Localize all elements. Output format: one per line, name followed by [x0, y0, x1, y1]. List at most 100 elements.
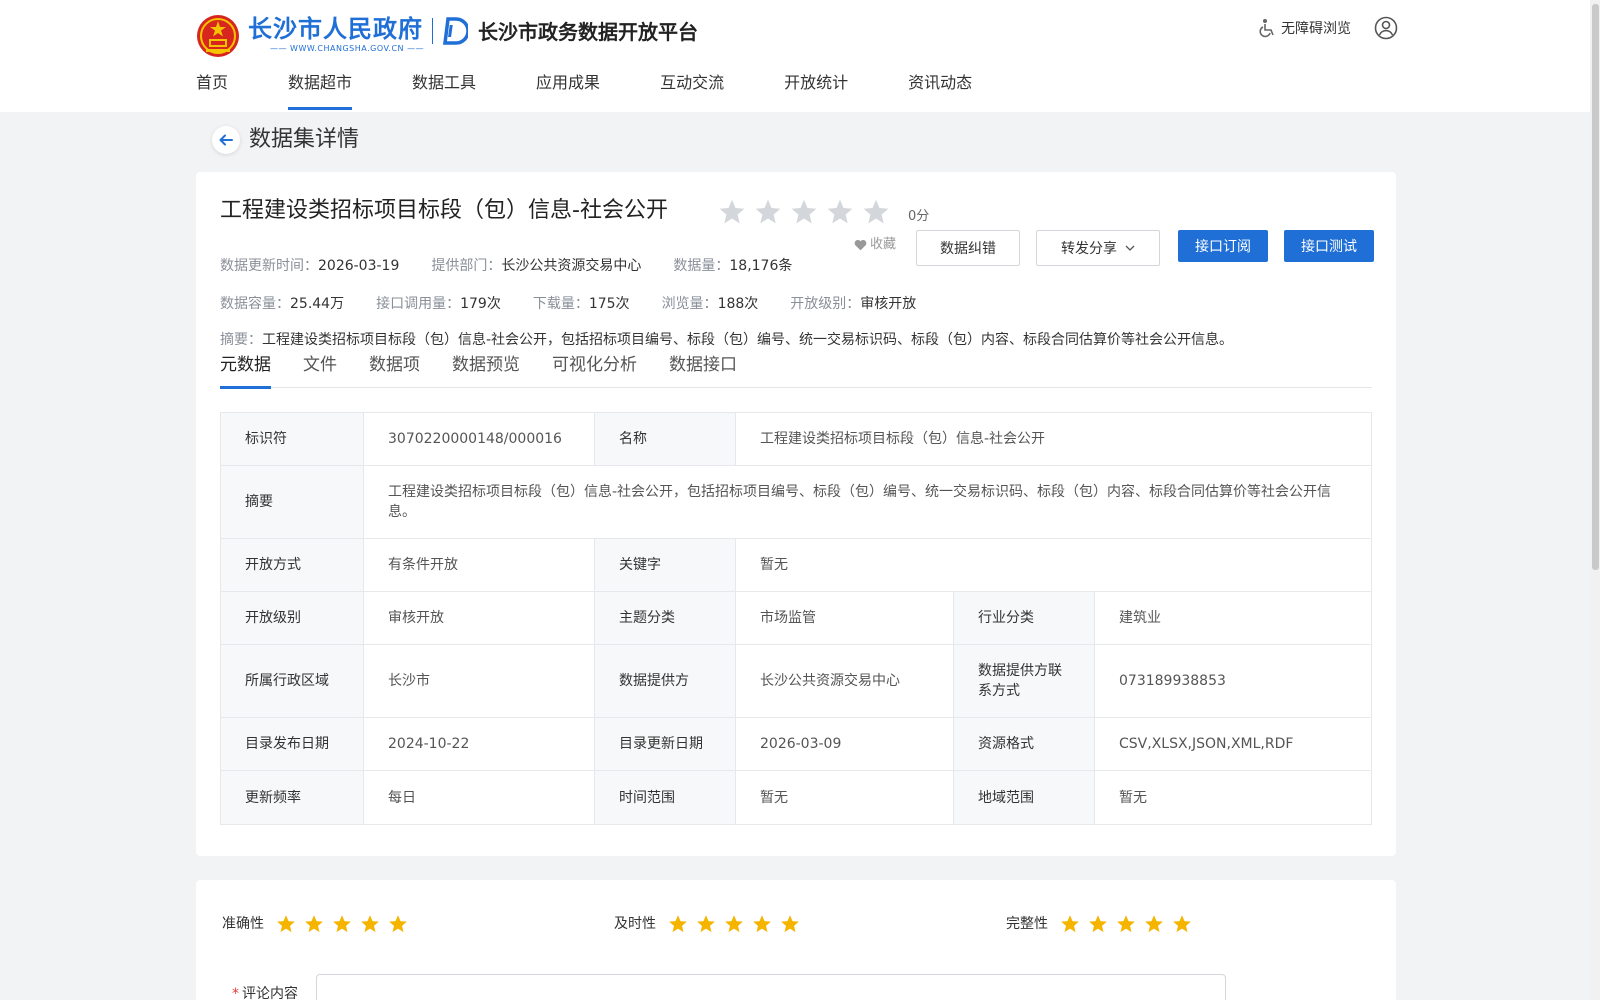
star-icon[interactable]: [752, 914, 772, 934]
meta-key: 接口调用量：: [376, 296, 461, 312]
table-value: 工程建设类招标项目标段（包）信息-社会公开，包括招标项目编号、标段（包）编号、统…: [388, 484, 1332, 520]
platform-title[interactable]: 长沙市政务数据开放平台: [478, 18, 698, 46]
star-icon[interactable]: [1060, 914, 1080, 934]
table-value: 3070220000148/000016: [364, 413, 595, 465]
meta-value: 25.44万: [290, 296, 345, 312]
star-icon[interactable]: [388, 914, 408, 934]
star-icon[interactable]: [304, 914, 324, 934]
star-icon[interactable]: [276, 914, 296, 934]
nav-item-home[interactable]: 首页: [196, 70, 228, 112]
tab-visual-analysis[interactable]: 可视化分析: [552, 352, 637, 388]
star-icon[interactable]: [360, 914, 380, 934]
data-correction-button[interactable]: 数据纠错: [916, 230, 1020, 266]
tab-data-items[interactable]: 数据项: [369, 352, 420, 388]
accuracy-rating[interactable]: 准确性: [222, 914, 416, 934]
meta-key: 数据更新时间：: [220, 258, 318, 274]
table-label: 地域范围: [954, 771, 1095, 824]
table-value: 2026-03-09: [736, 718, 954, 770]
meta-value: 长沙公共资源交易中心: [501, 258, 642, 274]
star-icon[interactable]: [696, 914, 716, 934]
meta-views: 浏览量：188次: [662, 294, 759, 314]
dataset-rating[interactable]: [718, 198, 898, 226]
meta-downloads: 下载量：175次: [533, 294, 630, 314]
table-label: 数据提供方: [595, 645, 736, 717]
nav-item-statistics[interactable]: 开放统计: [784, 70, 848, 112]
tab-files[interactable]: 文件: [303, 352, 337, 388]
api-test-button[interactable]: 接口测试: [1284, 230, 1374, 262]
accessibility-label: 无障碍浏览: [1281, 21, 1351, 37]
star-icon[interactable]: [1172, 914, 1192, 934]
table-label: 所属行政区域: [221, 645, 364, 717]
dataset-summary: 摘要：工程建设类招标项目标段（包）信息-社会公开，包括招标项目编号、标段（包）编…: [220, 330, 1233, 350]
favorite-label: 收藏: [870, 237, 897, 252]
meta-key: 提供部门：: [431, 258, 502, 274]
nav-item-interaction[interactable]: 互动交流: [660, 70, 724, 112]
star-icon[interactable]: [718, 198, 746, 226]
star-icon[interactable]: [724, 914, 744, 934]
favorite-button[interactable]: 收藏: [854, 236, 896, 254]
star-icon[interactable]: [1144, 914, 1164, 934]
table-row: 标识符 3070220000148/000016 名称 工程建设类招标项目标段（…: [221, 413, 1371, 466]
meta-update-time: 数据更新时间：2026-03-19: [220, 256, 399, 276]
star-icon[interactable]: [780, 914, 800, 934]
meta-provider-dept: 提供部门：长沙公共资源交易中心: [431, 256, 641, 276]
city-government-logo-text[interactable]: 长沙市人民政府: [248, 14, 423, 44]
star-icon[interactable]: [332, 914, 352, 934]
nav-item-news[interactable]: 资讯动态: [908, 70, 972, 112]
tab-data-preview[interactable]: 数据预览: [452, 352, 520, 388]
meta-api-calls: 接口调用量：179次: [376, 294, 501, 314]
meta-row-2: 数据容量：25.44万 接口调用量：179次 下载量：175次 浏览量：188次…: [220, 294, 948, 314]
share-button[interactable]: 转发分享: [1036, 230, 1160, 266]
table-value: CSV,XLSX,JSON,XML,RDF: [1119, 736, 1294, 752]
heart-icon: [854, 239, 867, 251]
site-header: 长沙市人民政府 —— WWW.CHANGSHA.GOV.CN —— 长沙市政务数…: [0, 0, 1590, 112]
table-value: 工程建设类招标项目标段（包）信息-社会公开: [760, 431, 1046, 447]
table-row: 开放方式 有条件开放 关键字 暂无: [221, 539, 1371, 592]
comment-input[interactable]: [316, 974, 1226, 1000]
back-button[interactable]: [212, 126, 240, 154]
star-icon[interactable]: [862, 198, 890, 226]
table-value: 每日: [364, 771, 595, 824]
table-value: 长沙公共资源交易中心: [736, 645, 954, 717]
star-icon[interactable]: [1116, 914, 1136, 934]
star-icon[interactable]: [1088, 914, 1108, 934]
nav-item-data-market[interactable]: 数据超市: [288, 70, 353, 112]
metadata-table: 标识符 3070220000148/000016 名称 工程建设类招标项目标段（…: [220, 412, 1372, 825]
chevron-down-icon: [1125, 245, 1135, 251]
meta-value: 179次: [460, 296, 501, 312]
nav-item-applications[interactable]: 应用成果: [536, 70, 600, 112]
table-value: 有条件开放: [364, 539, 595, 591]
table-label: 数据提供方联系方式: [954, 645, 1095, 717]
meta-data-count: 数据量：18,176条: [673, 256, 792, 276]
star-icon[interactable]: [754, 198, 782, 226]
timeliness-rating[interactable]: 及时性: [614, 914, 808, 934]
table-value: 审核开放: [364, 592, 595, 644]
table-value: 暂无: [760, 557, 788, 573]
page-title: 数据集详情: [249, 127, 360, 152]
meta-row-1: 数据更新时间：2026-03-19 提供部门：长沙公共资源交易中心 数据量：18…: [220, 256, 824, 276]
dataset-detail-card: 工程建设类招标项目标段（包）信息-社会公开 0分 收藏 数据纠错 转发分享 接口…: [196, 172, 1396, 856]
accuracy-label: 准确性: [222, 916, 264, 932]
meta-key: 开放级别：: [790, 296, 861, 312]
detail-tabs: 元数据 文件 数据项 数据预览 可视化分析 数据接口: [220, 352, 1372, 389]
table-label: 更新频率: [221, 771, 364, 824]
nav-item-data-tools[interactable]: 数据工具: [412, 70, 476, 112]
table-label: 时间范围: [595, 771, 736, 824]
table-row: 开放级别 审核开放 主题分类 市场监管 行业分类 建筑业: [221, 592, 1371, 645]
tab-data-api[interactable]: 数据接口: [669, 352, 737, 388]
completeness-rating[interactable]: 完整性: [1006, 914, 1200, 934]
summary-value: 工程建设类招标项目标段（包）信息-社会公开，包括招标项目编号、标段（包）编号、统…: [262, 332, 1234, 348]
meta-key: 下载量：: [532, 296, 589, 312]
tab-metadata[interactable]: 元数据: [220, 352, 271, 389]
api-subscribe-button[interactable]: 接口订阅: [1178, 230, 1268, 262]
star-icon[interactable]: [826, 198, 854, 226]
scrollbar-thumb[interactable]: [1592, 4, 1599, 570]
table-label: 目录发布日期: [221, 718, 364, 770]
star-icon[interactable]: [668, 914, 688, 934]
table-value: 长沙市: [364, 645, 595, 717]
star-icon[interactable]: [790, 198, 818, 226]
user-account-icon[interactable]: [1374, 16, 1398, 40]
meta-data-capacity: 数据容量：25.44万: [220, 294, 344, 314]
table-value: 暂无: [736, 771, 954, 824]
accessibility-link[interactable]: 无障碍浏览: [1257, 18, 1351, 38]
